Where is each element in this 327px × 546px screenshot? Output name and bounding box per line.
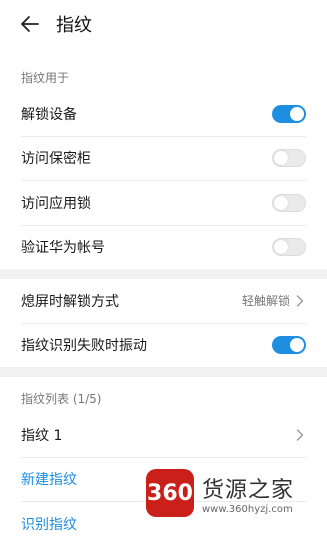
add-fingerprint-link[interactable]: 新建指纹 <box>21 469 77 489</box>
toggle-knob <box>274 151 288 166</box>
page-title: 指纹 <box>56 15 92 36</box>
chevron-right-icon <box>296 294 306 308</box>
row-vibrate[interactable]: 指纹识别失败时振动 <box>21 324 306 368</box>
toggle-knob <box>274 240 288 255</box>
toggle-knob <box>290 338 304 353</box>
row-label: 熄屏时解锁方式 <box>21 293 119 310</box>
watermark-text: 货源之家 www.360hyzj.com <box>202 472 294 515</box>
toggle-huawei-account[interactable] <box>272 238 306 257</box>
row-label: 验证华为帐号 <box>21 240 105 257</box>
row-label: 访问应用锁 <box>21 195 91 212</box>
toggle-safe[interactable] <box>272 149 306 168</box>
row-app-lock[interactable]: 访问应用锁 <box>21 181 306 226</box>
watermark: 360 货源之家 www.360hyzj.com <box>146 462 327 524</box>
row-label: 指纹识别失败时振动 <box>21 338 147 355</box>
row-unlock-device[interactable]: 解锁设备 <box>21 92 306 137</box>
row-huawei-account[interactable]: 验证华为帐号 <box>21 226 306 270</box>
toggle-knob <box>290 106 304 121</box>
toggle-vibrate[interactable] <box>272 336 306 355</box>
back-button[interactable] <box>12 6 48 42</box>
value-wrap: 轻触解锁 <box>242 292 306 309</box>
row-label: 访问保密柜 <box>21 151 91 168</box>
row-label: 解锁设备 <box>21 106 77 123</box>
toggle-app-lock[interactable] <box>272 193 306 212</box>
row-label: 指纹 1 <box>21 427 63 444</box>
watermark-logo: 360 <box>146 469 194 517</box>
toggle-knob <box>274 195 288 210</box>
back-arrow-icon <box>21 16 39 32</box>
watermark-url: www.360hyzj.com <box>202 503 293 515</box>
unlock-method-value: 轻触解锁 <box>241 294 290 309</box>
identify-fingerprint-link[interactable]: 识别指纹 <box>21 514 77 534</box>
row-safe[interactable]: 访问保密柜 <box>21 137 306 181</box>
row-fingerprint-1[interactable]: 指纹 1 <box>21 413 306 458</box>
row-screen-off-unlock[interactable]: 熄屏时解锁方式 轻触解锁 <box>21 279 306 324</box>
section-divider <box>0 367 327 377</box>
section-divider <box>0 269 327 279</box>
watermark-name: 货源之家 <box>202 477 295 503</box>
section-label-list: 指纹列表 (1/5) <box>21 391 102 406</box>
header: 指纹 <box>0 0 327 48</box>
chevron-right-icon <box>296 428 306 442</box>
section-label-usage: 指纹用于 <box>21 70 70 85</box>
toggle-unlock-device[interactable] <box>272 104 306 123</box>
